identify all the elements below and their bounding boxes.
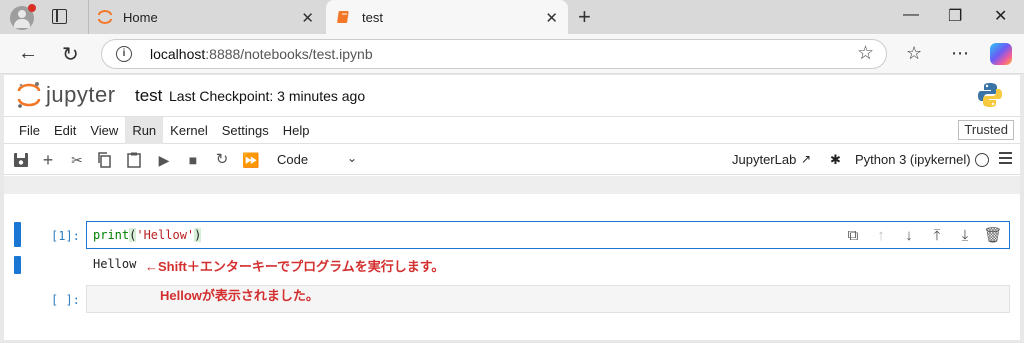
site-info-icon[interactable]: i <box>116 46 132 62</box>
url-path: :8888/notebooks/test.ipynb <box>205 46 373 62</box>
stop-icon[interactable]: ■ <box>184 151 202 169</box>
output-collapser[interactable] <box>14 256 21 274</box>
code-cell-editor[interactable]: print('Hellow') ⧉ ↑ ↓ ⤒ ⤓ 🗑 <box>86 221 1010 249</box>
move-up-icon[interactable]: ↑ <box>871 226 891 246</box>
notebook-name[interactable]: test <box>135 86 162 106</box>
close-tab-icon[interactable]: ✕ <box>301 9 314 27</box>
add-cell-icon[interactable]: + <box>39 151 57 169</box>
refresh-icon[interactable]: ↻ <box>62 42 79 67</box>
jupyterlab-link[interactable]: JupyterLab <box>732 152 796 167</box>
annotation-line-2: Hellowが表示されました。 <box>160 288 319 303</box>
jupyter-favicon-icon <box>98 10 112 24</box>
chevron-down-icon[interactable]: ⌄ <box>347 151 357 165</box>
url-host: localhost <box>150 46 206 62</box>
favorite-star-icon[interactable]: ☆ <box>857 42 874 65</box>
tab-actions-icon[interactable] <box>52 9 67 24</box>
cell-collapser[interactable] <box>14 222 21 247</box>
browser-tab-strip: Home ✕ test ✕ + — ❐ ✕ <box>0 0 1024 34</box>
cell-prompt: [1]: <box>51 229 80 243</box>
cell-output: Hellow <box>93 257 137 271</box>
restart-icon[interactable]: ↻ <box>213 151 231 169</box>
menu-edit[interactable]: Edit <box>47 117 83 144</box>
cut-icon[interactable]: ✂ <box>68 151 86 169</box>
kernel-name[interactable]: Python 3 (ipykernel) <box>855 152 971 167</box>
new-tab-icon[interactable]: + <box>578 4 591 30</box>
notebook-favicon-icon <box>337 11 349 23</box>
save-icon[interactable] <box>12 151 30 169</box>
annotation-line-1: ←Shift＋エンターキーでプログラムを実行します。 <box>145 259 445 274</box>
menu-run[interactable]: Run <box>125 116 164 144</box>
more-menu-icon[interactable]: ⋯ <box>951 43 969 64</box>
tab-test[interactable]: test ✕ <box>326 0 568 34</box>
menu-view[interactable]: View <box>83 117 125 144</box>
copilot-icon[interactable] <box>990 43 1012 65</box>
code-paren: ) <box>194 228 202 242</box>
trusted-badge[interactable]: Trusted <box>958 120 1014 140</box>
back-icon[interactable]: ← <box>18 42 38 65</box>
restore-icon[interactable]: ❐ <box>948 6 962 26</box>
code-string: 'Hellow' <box>136 228 195 242</box>
jupyter-brand: jupyter <box>46 82 116 107</box>
close-tab-icon[interactable]: ✕ <box>545 9 558 27</box>
jupyter-logo-icon[interactable] <box>16 81 42 109</box>
tab-home[interactable]: Home ✕ <box>88 0 324 34</box>
minimize-icon[interactable]: — <box>903 6 919 24</box>
duplicate-cell-icon[interactable]: ⧉ <box>843 226 863 246</box>
fast-forward-icon[interactable]: ⏩ <box>242 151 260 169</box>
menu-help[interactable]: Help <box>276 117 317 144</box>
code-function: print <box>93 228 130 242</box>
delete-cell-icon[interactable]: 🗑 <box>983 226 1003 246</box>
address-bar-row: ← ↻ i localhost:8888/notebooks/test.ipyn… <box>0 34 1024 74</box>
jupyter-menubar: File Edit View Run Kernel Settings Help … <box>4 116 1020 144</box>
profile-avatar-icon[interactable] <box>10 4 36 30</box>
external-link-icon[interactable]: ↗ <box>801 152 811 166</box>
window-close-icon[interactable]: ✕ <box>994 6 1007 26</box>
cell-code: print('Hellow') <box>93 228 202 242</box>
toolbar-separator-band <box>4 176 1020 194</box>
cell-prompt: [ ]: <box>51 293 80 307</box>
tab-home-title: Home <box>123 9 158 25</box>
menu-settings[interactable]: Settings <box>215 117 276 144</box>
jupyter-notebook-page: jupyter test Last Checkpoint: 3 minutes … <box>4 75 1020 340</box>
insert-above-icon[interactable]: ⤒ <box>927 226 947 246</box>
copy-icon[interactable] <box>96 151 114 169</box>
tab-test-title: test <box>362 9 383 25</box>
kernel-status-icon <box>975 153 989 167</box>
url-bar[interactable]: i localhost:8888/notebooks/test.ipynb ☆ <box>101 39 887 69</box>
hamburger-menu-icon[interactable] <box>999 152 1012 164</box>
jupyter-header: jupyter test Last Checkpoint: 3 minutes … <box>4 75 1020 115</box>
notebook-toolbar: + ✂ ▶ ■ ↻ ⏩ Code ⌄ JupyterLab ↗ ✱ Python… <box>4 145 1020 175</box>
paste-icon[interactable] <box>125 151 143 169</box>
debugger-bug-icon[interactable]: ✱ <box>830 152 841 168</box>
menu-file[interactable]: File <box>12 117 47 144</box>
menu-kernel[interactable]: Kernel <box>163 117 215 144</box>
move-down-icon[interactable]: ↓ <box>899 226 919 246</box>
cell-actions: ⧉ ↑ ↓ ⤒ ⤓ 🗑 <box>843 226 1003 246</box>
insert-below-icon[interactable]: ⤓ <box>955 226 975 246</box>
last-checkpoint: Last Checkpoint: 3 minutes ago <box>169 88 366 104</box>
favorites-icon[interactable]: ☆ <box>906 43 922 64</box>
python-logo-icon <box>978 83 1002 107</box>
run-icon[interactable]: ▶ <box>155 151 173 169</box>
cell-type-select[interactable]: Code <box>277 152 308 167</box>
